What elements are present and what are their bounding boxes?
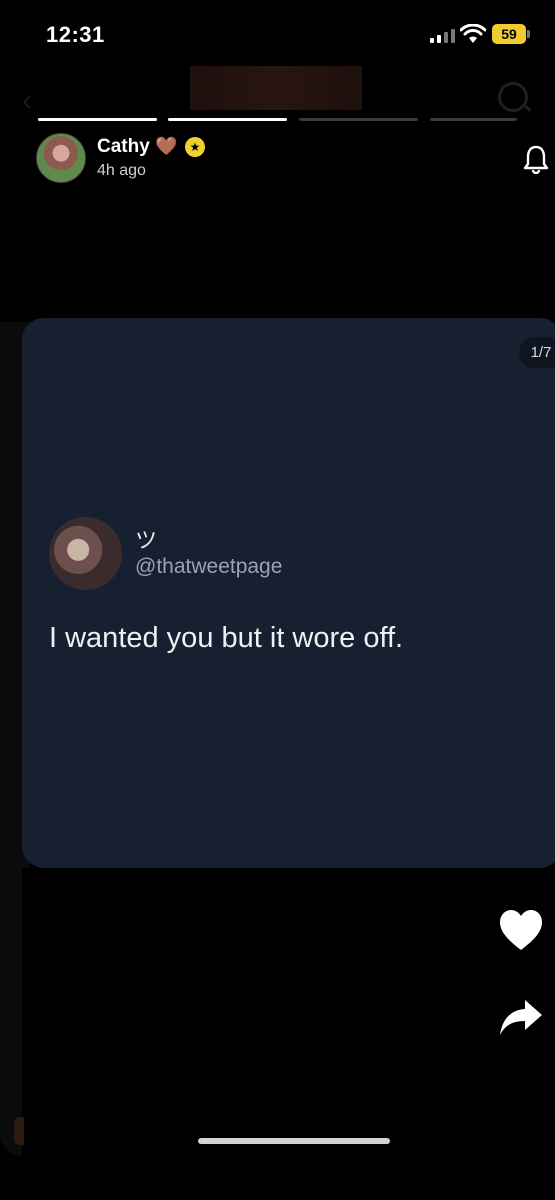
wifi-icon	[460, 24, 486, 43]
cell-signal-icon	[430, 27, 455, 43]
page-indicator: 1/7	[519, 337, 555, 368]
star-badge-icon: ★	[185, 137, 205, 157]
share-arrow-icon[interactable]	[498, 998, 544, 1038]
background-search-icon-handle	[522, 102, 532, 113]
story-progress-segment	[168, 118, 287, 121]
tweet-avatar	[49, 517, 122, 590]
battery-indicator: 59	[492, 24, 526, 44]
bell-icon[interactable]	[522, 144, 550, 174]
avatar[interactable]	[36, 133, 86, 183]
card-lower-area	[22, 868, 555, 1156]
post-timestamp: 4h ago	[97, 162, 146, 179]
story-progress-segment	[299, 118, 418, 121]
heart-emoji: 🤎	[155, 136, 178, 156]
home-indicator[interactable]	[198, 1138, 390, 1144]
username[interactable]: Cathy	[97, 136, 150, 158]
story-progress-segment	[38, 118, 157, 121]
background-decoration	[14, 1117, 24, 1145]
tweet-card[interactable]	[22, 318, 555, 868]
background-search-icon	[498, 82, 528, 112]
status-time: 12:31	[46, 22, 105, 47]
background-story-thumbnail	[190, 66, 362, 110]
background-back-icon: ‹	[22, 84, 32, 117]
battery-tip	[527, 30, 530, 38]
story-progress-segment	[430, 118, 517, 121]
tweet-display-name: ツ	[135, 528, 158, 553]
heart-icon[interactable]	[498, 908, 544, 952]
tweet-text: I wanted you but it wore off.	[49, 622, 404, 654]
tweet-handle: @thatweetpage	[135, 555, 283, 578]
